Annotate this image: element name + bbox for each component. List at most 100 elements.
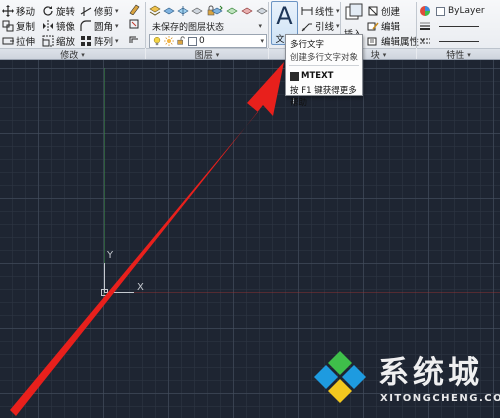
linear-dimension-label: 线性 — [315, 7, 335, 18]
current-layer-dropdown-icon: ▾ — [260, 37, 264, 45]
linear-dimension-row: 线性 ▾ — [301, 3, 340, 19]
edit-block-label: 编辑 — [381, 22, 401, 33]
mirror-button[interactable]: 镜像 — [42, 19, 80, 34]
layer-state-dropdown-icon: ▾ — [258, 22, 262, 30]
properties-linetype-row — [419, 33, 500, 49]
linear-dimension-button[interactable]: 线性 ▾ — [301, 4, 340, 19]
color-dropdown[interactable]: ByLayer — [433, 4, 500, 18]
watermark: 系统城 XITONGCHENG.COM — [308, 345, 500, 411]
layer-off-icon[interactable] — [191, 5, 203, 17]
layer-state-value: 未保存的图层状态 — [152, 22, 225, 33]
layer-state-dropdown[interactable]: 未保存的图层状态 ▾ — [149, 19, 265, 33]
layer-freeze-icon[interactable] — [177, 5, 189, 17]
current-layer-dropdown[interactable]: 0 ▾ — [149, 34, 267, 48]
erase-icon[interactable] — [128, 3, 140, 15]
layer-make-current-icon[interactable] — [211, 5, 223, 17]
tooltip-command: MTEXT — [301, 71, 334, 81]
modify-panel-expand-icon: ▾ — [81, 50, 85, 59]
layer-thaw-sun-icon — [164, 36, 174, 46]
mtext-tooltip: 多行文字 创建多行文字对象 MTEXT 按 F1 键获得更多帮助 — [285, 34, 363, 108]
separator — [268, 2, 269, 48]
move-button[interactable]: 移动 — [2, 4, 42, 19]
modify-extra-tools — [128, 3, 142, 45]
explode-icon[interactable] — [128, 18, 140, 30]
rotate-button[interactable]: 旋转 — [42, 4, 80, 19]
linetype-icon — [420, 38, 430, 44]
tooltip-help-hint: 按 F1 键获得更多帮助 — [290, 86, 357, 108]
color-swatch — [436, 6, 445, 16]
linetype-dropdown[interactable] — [433, 34, 500, 48]
tooltip-title: 多行文字 — [290, 40, 325, 50]
lineweight-line — [439, 25, 479, 27]
properties-panel-bar[interactable]: 特性 ▾ — [417, 48, 500, 60]
y-axis-line — [104, 68, 105, 296]
array-button[interactable]: 阵列 ▾ — [80, 34, 124, 49]
layer-previous-icon[interactable] — [241, 5, 253, 17]
stretch-label: 拉伸 — [16, 37, 36, 48]
trim-icon — [80, 7, 92, 16]
ucs-origin-box — [101, 289, 108, 296]
mirror-label: 镜像 — [56, 22, 76, 33]
move-icon — [2, 5, 14, 17]
separator — [416, 2, 417, 48]
trim-label: 修剪 — [94, 7, 114, 18]
edit-block-icon — [367, 22, 379, 31]
fillet-dropdown-icon[interactable]: ▾ — [115, 22, 119, 30]
layer-color-swatch — [188, 36, 197, 46]
properties-panel-expand-icon: ▾ — [467, 50, 471, 59]
modify-row-3: 拉伸 缩放 阵列 ▾ — [2, 33, 124, 49]
layers-panel-label: 图层 — [194, 51, 213, 60]
leader-dropdown-icon: ▾ — [336, 22, 340, 30]
block-edit-row: 编辑 — [367, 18, 400, 34]
leader-row: 引线 ▾ — [301, 18, 340, 34]
trim-button[interactable]: 修剪 ▾ — [80, 4, 124, 19]
array-icon — [81, 36, 91, 46]
edit-attributes-label: 编辑属性 — [381, 37, 420, 48]
text-a-icon: A — [276, 2, 293, 30]
ucs-x-label: X — [137, 282, 144, 293]
stretch-icon — [2, 37, 14, 45]
layer-walk-icon[interactable] — [256, 5, 268, 17]
layer-unlock-icon — [177, 36, 185, 45]
array-label: 阵列 — [94, 37, 114, 48]
current-layer-row: 0 ▾ — [149, 33, 267, 49]
edit-attributes-icon — [367, 37, 377, 46]
scale-icon — [42, 35, 54, 47]
scale-label: 缩放 — [56, 37, 76, 48]
layer-match-icon[interactable] — [226, 5, 238, 17]
layers-panel-bar[interactable]: 图层 ▾ — [146, 48, 268, 60]
linear-dimension-icon — [301, 7, 313, 15]
block-create-row: 创建 — [367, 3, 400, 19]
array-dropdown-icon[interactable]: ▾ — [115, 37, 119, 45]
create-block-label: 创建 — [381, 7, 401, 18]
tooltip-description: 创建多行文字对象 — [290, 53, 359, 63]
modify-row-2: 复制 镜像 圆角 ▾ — [2, 18, 124, 34]
fillet-button[interactable]: 圆角 ▾ — [80, 19, 124, 34]
command-icon — [290, 72, 299, 81]
watermark-subtext: XITONGCHENG.COM — [380, 393, 500, 404]
create-block-button[interactable]: 创建 — [367, 4, 400, 19]
stretch-button[interactable]: 拉伸 — [2, 34, 42, 49]
trim-dropdown-icon[interactable]: ▾ — [115, 7, 119, 15]
edit-block-button[interactable]: 编辑 — [367, 19, 400, 34]
offset-icon[interactable] — [128, 33, 140, 45]
linetype-line — [439, 40, 479, 42]
copy-button[interactable]: 复制 — [2, 19, 42, 34]
watermark-logo — [314, 351, 366, 403]
layers-toolbar-row — [149, 3, 219, 19]
scale-button[interactable]: 缩放 — [42, 34, 80, 49]
fillet-label: 圆角 — [94, 22, 114, 33]
lineweight-dropdown[interactable] — [433, 19, 500, 33]
move-label: 移动 — [16, 7, 36, 18]
ribbon: 移动 旋转 修剪 ▾ 复制 镜像 圆角 ▾ 拉伸 缩放 阵列 ▾ 修改 ▾ 未保… — [0, 0, 500, 60]
modify-panel-bar[interactable]: 修改 ▾ — [0, 48, 145, 60]
modify-row-1: 移动 旋转 修剪 ▾ — [2, 3, 124, 19]
properties-panel-label: 特性 — [446, 51, 465, 60]
lineweight-icon — [420, 22, 430, 30]
leader-button[interactable]: 引线 ▾ — [301, 19, 340, 34]
layer-properties-icon[interactable] — [149, 5, 161, 17]
properties-lineweight-row — [419, 18, 500, 34]
match-properties-icon[interactable] — [419, 5, 431, 17]
layer-isolate-icon[interactable] — [163, 5, 175, 17]
modify-panel-label: 修改 — [60, 51, 79, 60]
